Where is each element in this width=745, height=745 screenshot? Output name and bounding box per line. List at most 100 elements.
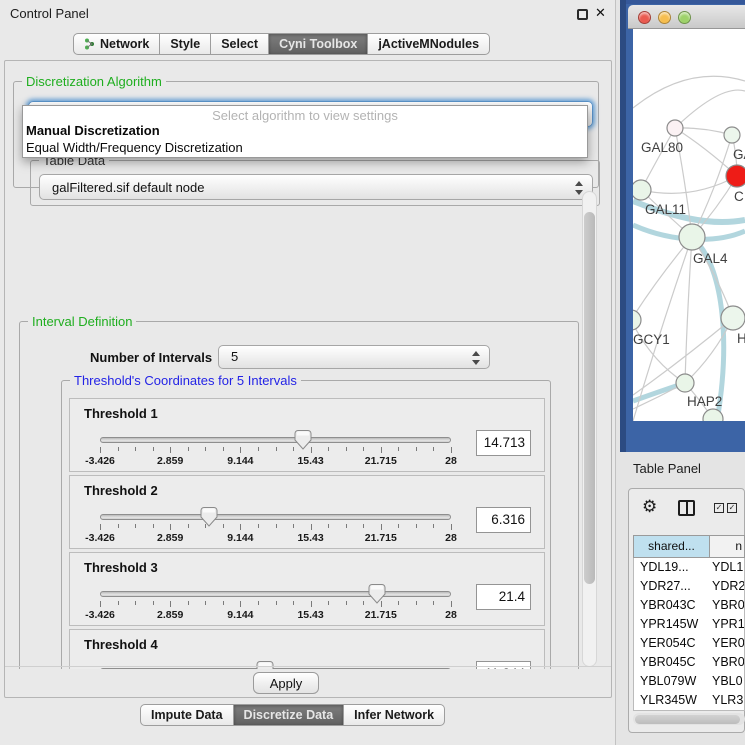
slider-tick: [416, 601, 417, 605]
table-row[interactable]: YDL19...YDL1: [634, 558, 744, 577]
slider-track[interactable]: [100, 514, 451, 520]
apply-button[interactable]: Apply: [253, 672, 319, 694]
tab-cyni-toolbox[interactable]: Cyni Toolbox: [269, 33, 368, 55]
network-window: GAL80GACGAL11GAL4GCY1HHAP2: [620, 0, 745, 452]
network-node[interactable]: [633, 180, 651, 200]
slider-tick: [328, 524, 329, 528]
network-node[interactable]: [667, 120, 683, 136]
num-intervals-combobox[interactable]: 5: [218, 345, 490, 369]
tab-style[interactable]: Style: [160, 33, 211, 55]
threshold-panel: Threshold 3 -3.4262.8599.14415.4321.71528…: [69, 552, 545, 626]
slider-tick: [100, 524, 101, 530]
slider-tick: [153, 447, 154, 451]
algorithm-dropdown: Select algorithm to view settings Manual…: [22, 105, 588, 158]
slider-track[interactable]: [100, 591, 451, 597]
dropdown-hint: Select algorithm to view settings: [23, 106, 587, 122]
group-title: Interval Definition: [28, 314, 136, 329]
threshold-label: Threshold 3: [84, 560, 158, 575]
slider-tick: [170, 447, 171, 453]
slider-track[interactable]: [100, 437, 451, 443]
slider-tick: [153, 524, 154, 528]
table-panel-bar: Table Panel: [620, 452, 745, 485]
threshold-value-field[interactable]: 6.316: [476, 507, 531, 533]
table-row[interactable]: YER054CYER0: [634, 634, 744, 653]
zoom-light-icon[interactable]: [678, 11, 691, 24]
network-node-label: HAP2: [687, 394, 722, 409]
slider-thumb[interactable]: [294, 430, 311, 450]
network-node-label: GA: [733, 147, 745, 162]
slider-tick-label: 9.144: [227, 455, 253, 467]
network-node[interactable]: [724, 127, 740, 143]
tab-select[interactable]: Select: [211, 33, 269, 55]
panel-scrollbar-thumb[interactable]: [584, 212, 595, 584]
dropdown-option-equal-width[interactable]: Equal Width/Frequency Discretization: [23, 139, 587, 156]
slider-tick-label: 21.715: [365, 609, 397, 621]
slider-tick: [451, 601, 452, 607]
network-node-label: GAL4: [693, 251, 728, 266]
table-row[interactable]: YBR045CYBR0: [634, 653, 744, 672]
threshold-slider[interactable]: -3.4262.8599.14415.4321.71528: [100, 433, 451, 471]
gear-icon[interactable]: ⚙: [642, 497, 657, 517]
apply-row: Apply: [5, 666, 611, 698]
panel-scrollbar[interactable]: [582, 191, 597, 667]
columns-icon[interactable]: [678, 500, 695, 516]
panel-title: Control Panel: [10, 6, 89, 21]
cyni-toolbox-panel: Discretization Algorithm Table Data galF…: [4, 60, 612, 698]
network-node[interactable]: [633, 310, 641, 330]
close-light-icon[interactable]: [638, 11, 651, 24]
group-title: Threshold's Coordinates for 5 Intervals: [70, 373, 301, 388]
slider-tick: [398, 524, 399, 528]
network-node[interactable]: [726, 165, 745, 187]
network-node[interactable]: [679, 224, 705, 250]
slider-thumb[interactable]: [369, 584, 386, 604]
slider-thumb[interactable]: [200, 507, 217, 527]
table-hscrollbar[interactable]: [633, 713, 745, 725]
table-hscrollbar-thumb[interactable]: [635, 715, 740, 724]
slider-tick: [135, 447, 136, 451]
network-node[interactable]: [721, 306, 745, 330]
network-view[interactable]: GAL80GACGAL11GAL4GCY1HHAP2: [633, 29, 745, 421]
tab-network[interactable]: Network: [73, 33, 160, 55]
checkbox-icon[interactable]: ✓: [714, 503, 724, 513]
table-row[interactable]: YBL079WYBL0: [634, 672, 744, 691]
slider-tick: [451, 524, 452, 530]
tab-infer-network[interactable]: Infer Network: [344, 704, 445, 726]
dropdown-option-manual[interactable]: Manual Discretization: [23, 122, 587, 139]
column-header-shared-name[interactable]: shared...: [634, 536, 710, 557]
threshold-panel: Threshold 4-3.4262.8599.14415.4321.71528…: [69, 629, 545, 669]
slider-tick: [276, 524, 277, 528]
slider-tick: [433, 601, 434, 605]
network-canvas[interactable]: GAL80GACGAL11GAL4GCY1HHAP2: [633, 29, 745, 421]
network-window-titlebar[interactable]: [628, 5, 745, 29]
tab-impute-data[interactable]: Impute Data: [140, 704, 234, 726]
table-row[interactable]: YBR043CYBR0: [634, 596, 744, 615]
minimize-light-icon[interactable]: [658, 11, 671, 24]
table-row[interactable]: YLR345WYLR3: [634, 691, 744, 710]
checkbox-icon[interactable]: ✓: [727, 503, 737, 513]
slider-tick-label: 28: [445, 609, 457, 621]
group-title: Discretization Algorithm: [22, 74, 166, 89]
slider-tick: [416, 524, 417, 528]
slider-tick: [258, 447, 259, 451]
close-icon[interactable]: ✕: [595, 5, 606, 21]
num-intervals-label: Number of Intervals: [90, 350, 212, 365]
slider-tick: [240, 524, 241, 530]
slider-tick-label: 21.715: [365, 455, 397, 467]
slider-tick-label: -3.426: [85, 609, 115, 621]
threshold-value-field[interactable]: 21.4: [476, 584, 531, 610]
slider-tick: [188, 601, 189, 605]
discretization-algorithm-group: Discretization Algorithm Table Data galF…: [13, 81, 599, 188]
column-header-name[interactable]: n: [710, 536, 744, 557]
threshold-value-field[interactable]: 14.713: [476, 430, 531, 456]
table-row[interactable]: YDR27...YDR2: [634, 577, 744, 596]
tab-discretize-data[interactable]: Discretize Data: [234, 704, 345, 726]
tab-jactivemnodules[interactable]: jActiveMNodules: [368, 33, 490, 55]
threshold-slider[interactable]: -3.4262.8599.14415.4321.71528: [100, 587, 451, 625]
slider-tick: [258, 601, 259, 605]
float-window-icon[interactable]: [577, 9, 588, 20]
slider-tick: [223, 524, 224, 528]
table-row[interactable]: YIL052CYIL0: [634, 710, 744, 711]
threshold-slider[interactable]: -3.4262.8599.14415.4321.71528: [100, 510, 451, 548]
table-row[interactable]: YPR145WYPR1: [634, 615, 744, 634]
network-node[interactable]: [676, 374, 694, 392]
